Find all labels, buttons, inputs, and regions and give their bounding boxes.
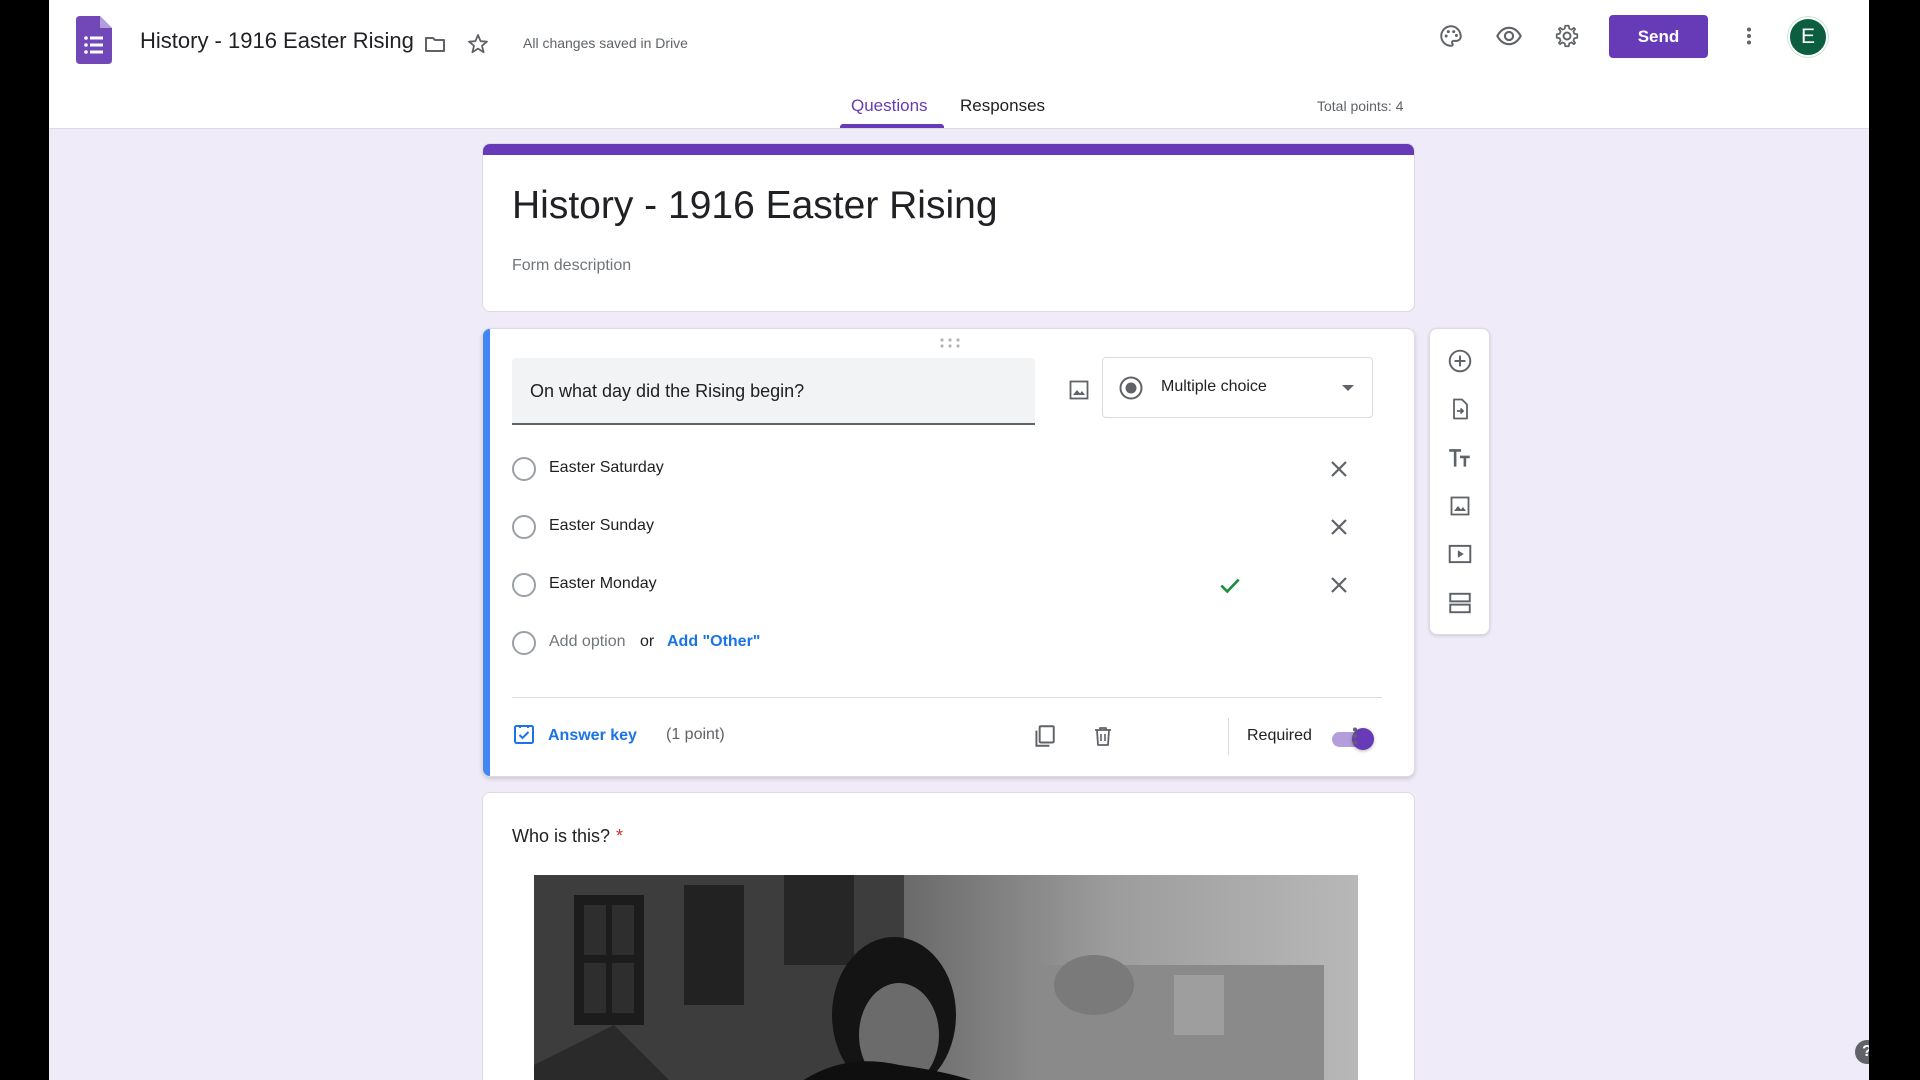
document-title[interactable]: History - 1916 Easter Rising [140,28,414,54]
points-label: (1 point) [666,726,725,743]
option-label[interactable]: Easter Saturday [549,459,664,477]
option-radio [512,457,536,481]
avatar[interactable]: E [1788,17,1828,57]
option-radio [512,515,536,539]
star-icon[interactable] [462,28,494,60]
chevron-down-icon [1342,385,1354,391]
header: History - 1916 Easter Rising All changes… [49,0,1869,129]
required-asterisk: * [616,826,624,846]
close-icon[interactable] [1323,511,1355,543]
close-icon[interactable] [1323,569,1355,601]
add-option-row: Add option or Add "Other" [512,623,1382,663]
option-row[interactable]: Easter Sunday [512,507,1382,547]
answer-key-icon [512,722,536,751]
option-label[interactable]: Easter Monday [549,575,657,593]
option-row[interactable]: Easter Monday [512,565,1382,605]
focus-indicator [483,329,490,776]
question-card[interactable]: Who is this? * [482,792,1415,1080]
radio-button-icon [1118,375,1144,406]
send-button[interactable]: Send [1609,15,1708,58]
tab-responses[interactable]: Responses [960,96,1045,116]
option-radio [512,573,536,597]
more-options-icon[interactable] [1339,720,1371,752]
drag-handle-icon[interactable] [939,337,961,352]
folder-icon[interactable] [419,28,451,60]
question-type-dropdown[interactable]: Multiple choice [1102,357,1373,418]
option-row[interactable]: Easter Saturday [512,449,1382,489]
palette-icon[interactable] [1435,20,1467,52]
form-title[interactable]: History - 1916 Easter Rising [512,184,998,228]
or-text: or [640,633,655,650]
help-icon[interactable]: ? [1855,1040,1869,1064]
required-label: Required [1247,727,1312,744]
total-points: Total points: 4 [1317,98,1404,114]
active-tab-indicator [840,124,944,128]
theme-accent-bar [483,144,1414,155]
answer-key-label: Answer key [548,727,637,744]
divider [512,697,1382,698]
tab-questions[interactable]: Questions [851,96,928,116]
close-icon[interactable] [1323,453,1355,485]
question-title-input[interactable]: On what day did the Rising begin? [512,358,1035,425]
question-card-active[interactable]: On what day did the Rising begin? Multip… [482,328,1415,777]
add-question-icon[interactable] [1444,345,1476,377]
question-type-label: Multiple choice [1161,378,1267,395]
option-label[interactable]: Easter Sunday [549,517,654,535]
add-option-link[interactable]: Add option [549,633,626,651]
footer-separator [1228,718,1229,755]
question-title-text: Who is this? [512,826,611,846]
add-title-icon[interactable] [1444,442,1476,474]
add-image-icon[interactable] [1063,374,1095,406]
form-description-field[interactable]: Form description [512,257,631,275]
add-image-icon[interactable] [1444,490,1476,522]
forms-logo-icon[interactable] [76,16,112,64]
option-radio [512,631,536,655]
forms-app: History - 1916 Easter Rising All changes… [49,0,1869,1080]
gear-icon[interactable] [1551,20,1583,52]
duplicate-icon[interactable] [1028,720,1060,752]
delete-icon[interactable] [1087,720,1119,752]
more-vert-icon[interactable] [1733,20,1765,52]
answer-key-button[interactable]: Answer key [512,720,637,752]
add-video-icon[interactable] [1444,538,1476,570]
import-questions-icon[interactable] [1444,393,1476,425]
question-title: Who is this? * [512,826,623,847]
add-section-icon[interactable] [1444,587,1476,619]
checkmark-icon [1214,569,1246,601]
floating-toolbar [1429,328,1490,635]
question-image[interactable] [534,875,1358,1080]
save-status: All changes saved in Drive [523,35,688,51]
add-other-link[interactable]: Add "Other" [667,633,760,651]
form-header-card[interactable]: History - 1916 Easter Rising Form descri… [482,143,1415,312]
eye-icon[interactable] [1493,20,1525,52]
